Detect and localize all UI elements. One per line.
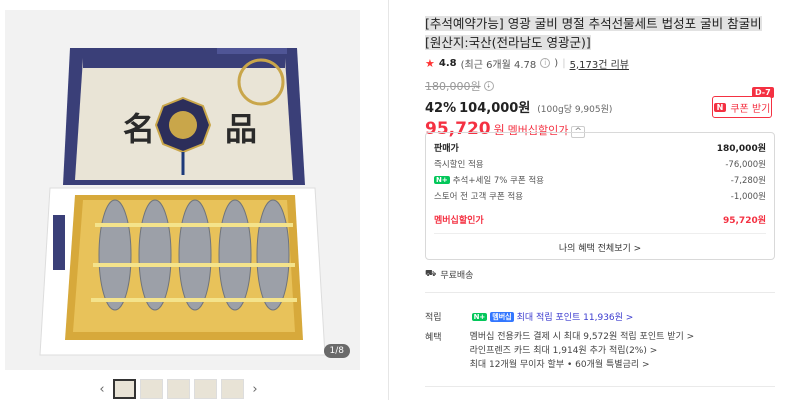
rating-info-icon[interactable]: i: [540, 58, 551, 68]
nplus-badge: N+: [434, 176, 450, 184]
points-label: 적립: [425, 313, 442, 323]
product-title: [추석예약가능] 영광 굴비 명절 추석선물세트 법성포 굴비 참굴비 [원산지…: [425, 16, 762, 50]
image-counter: 1/8: [323, 344, 350, 358]
breakdown-label: 판매가: [434, 144, 459, 154]
discount-percent: 42%: [425, 101, 457, 116]
unit-price: (100g당 9,905원): [537, 105, 613, 115]
nplus-badge: N+: [471, 312, 488, 321]
breakdown-value: -76,000원: [725, 160, 766, 170]
benefit-item-card-points[interactable]: 멤버십 전용카드 결제 시 최대 9,572원 적립 포인트 받기 >: [470, 330, 695, 344]
breakdown-row: 스토어 전 고객 쿠폰 적용 -1,000원: [434, 190, 766, 202]
discount-price: 104,000원: [459, 101, 531, 116]
rating-row: ★ 4.8 (최근 6개월 4.78 i ) | 5,173건 리뷰: [425, 56, 775, 71]
rating-detail: (최근 6개월 4.78: [460, 59, 537, 71]
thumbnail-prev-icon[interactable]: ‹: [95, 382, 109, 397]
breakdown-value: -1,000원: [730, 192, 766, 202]
coupon-label: 쿠폰 받기: [730, 103, 771, 115]
svg-text:品: 品: [225, 110, 257, 148]
benefits-label: 혜택: [425, 333, 442, 343]
thumbnail-4[interactable]: [194, 379, 217, 399]
breakdown-label: 스토어 전 고객 쿠폰 적용: [434, 192, 524, 202]
breakdown-row: 즉시할인 적용 -76,000원: [434, 158, 766, 170]
breakdown-label-text: 추석+세일 7% 쿠폰 적용: [452, 176, 545, 186]
benefits-row: 혜택 멤버십 전용카드 결제 시 최대 9,572원 적립 포인트 받기 > 라…: [425, 330, 694, 372]
coupon-button[interactable]: N 쿠폰 받기: [712, 96, 772, 118]
thumbnail-next-icon[interactable]: ›: [248, 382, 262, 397]
shipping-row: ⛟ 무료배송: [425, 268, 473, 281]
points-row: 적립 N+ 멤버십 최대 적립 포인트 11,936원 >: [425, 310, 633, 323]
breakdown-divider: [434, 233, 766, 234]
price-info-icon[interactable]: i: [483, 81, 494, 91]
original-price: 180,000원: [425, 80, 481, 93]
benefit-item-installment[interactable]: 최대 12개월 무이자 할부 • 60개월 특별금리 >: [470, 358, 695, 372]
separator: |: [562, 57, 566, 69]
breakdown-value: -7,280원: [730, 176, 766, 186]
thumbnail-strip: ‹ ›: [95, 378, 275, 400]
rating-value: 4.8: [438, 57, 457, 69]
breakdown-value: 180,000원: [716, 144, 766, 154]
product-info: [추석예약가능] 영광 굴비 명절 추석선물세트 법성포 굴비 참굴비 [원산지…: [425, 14, 775, 139]
breakdown-row: 판매가 180,000원: [434, 141, 766, 154]
naver-logo-icon: N: [713, 102, 727, 112]
membership-badge: 멤버십: [490, 311, 514, 322]
points-value: 최대 적립 포인트 11,936원 >: [516, 313, 634, 323]
review-count-link[interactable]: 5,173건 리뷰: [570, 56, 629, 71]
points-value-link[interactable]: N+ 멤버십 최대 적립 포인트 11,936원 >: [471, 310, 634, 323]
breakdown-row: N+ 추석+세일 7% 쿠폰 적용 -7,280원: [434, 174, 766, 186]
shipping-label: 무료배송: [440, 271, 474, 281]
price-breakdown-box: 판매가 180,000원 즉시할인 적용 -76,000원 N+ 추석+세일 7…: [425, 132, 775, 260]
original-price-row: 180,000원 i: [425, 78, 775, 94]
benefit-item-linefriends[interactable]: 라인프렌즈 카드 최대 1,914원 추가 적립(2%) >: [470, 344, 695, 358]
thumbnail-1[interactable]: [113, 379, 136, 399]
thumbnail-3[interactable]: [167, 379, 190, 399]
section-divider: [425, 292, 775, 293]
breakdown-value: 95,720원: [722, 216, 766, 226]
breakdown-label: N+ 추석+세일 7% 쿠폰 적용: [434, 174, 544, 186]
section-divider: [425, 386, 775, 387]
benefits-list: 멤버십 전용카드 결제 시 최대 9,572원 적립 포인트 받기 > 라인프렌…: [470, 330, 695, 372]
star-icon: ★: [425, 56, 435, 70]
product-main-image[interactable]: 名 品 1/8: [5, 10, 360, 370]
truck-icon: ⛟: [425, 269, 437, 279]
breakdown-label: 즉시할인 적용: [434, 160, 484, 170]
thumbnail-5[interactable]: [221, 379, 244, 399]
breakdown-label: 멤버십할인가: [434, 216, 484, 226]
view-all-benefits-link[interactable]: 나의 혜택 전체보기 >: [426, 241, 774, 254]
column-divider: [388, 0, 389, 400]
breakdown-total-row: 멤버십할인가 95,720원: [434, 213, 766, 226]
rating-detail-close: ): [554, 57, 559, 69]
svg-text:名: 名: [123, 110, 155, 148]
thumbnail-2[interactable]: [140, 379, 163, 399]
